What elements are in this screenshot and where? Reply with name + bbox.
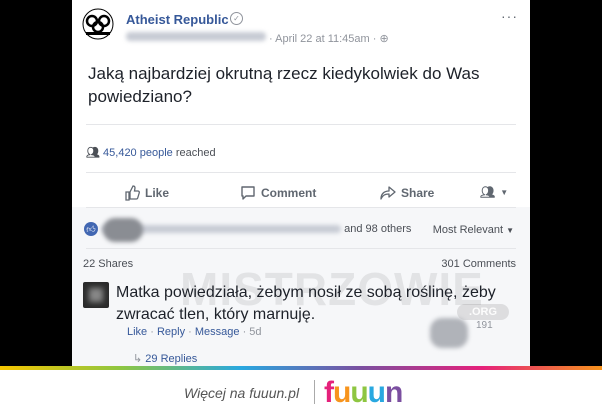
- footer-divider: [314, 380, 315, 404]
- comment-likes-count: 191: [476, 320, 493, 331]
- audience-icon: 👥︎: [480, 185, 496, 199]
- more-options-icon[interactable]: ···: [501, 8, 518, 24]
- divider: [86, 124, 516, 125]
- fuuun-logo[interactable]: fuuun: [324, 376, 403, 410]
- audience-selector[interactable]: 👥︎ ▼: [480, 185, 508, 199]
- globe-icon: ⊕: [379, 33, 389, 45]
- more-link[interactable]: Więcej na fuuun.pl: [184, 385, 299, 401]
- thumbs-up-icon: [125, 185, 140, 201]
- reach-stats: 👥︎ 45,420 people reached: [86, 146, 216, 159]
- blurred-author: [126, 32, 266, 41]
- logo-icon[interactable]: [82, 8, 114, 40]
- logo-letter: f: [324, 376, 334, 409]
- reach-suffix: reached: [175, 147, 216, 159]
- logo-letter: n: [384, 376, 403, 409]
- sort-label: Most Relevant: [432, 224, 504, 236]
- like-label: Like: [145, 186, 170, 200]
- comment-message-link[interactable]: Message: [195, 326, 240, 338]
- cursor-blur: [103, 218, 143, 242]
- comment-time[interactable]: 5d: [249, 326, 261, 338]
- reply-arrow-icon: ↳: [133, 353, 143, 365]
- share-button[interactable]: Share: [380, 185, 434, 201]
- replies-link[interactable]: ↳ 29 Replies: [133, 352, 197, 365]
- footer-banner: Więcej na fuuun.pl fuuun: [0, 366, 602, 412]
- verified-icon: ✓: [230, 12, 243, 25]
- logo-letter: u: [350, 376, 368, 409]
- share-label: Share: [401, 186, 435, 200]
- chevron-down-icon: ▼: [506, 226, 514, 235]
- post-text: Jaką najbardziej okrutną rzecz kiedykolw…: [88, 64, 480, 106]
- post-date[interactable]: · April 22 at 11:45am · ⊕: [269, 32, 389, 45]
- like-button[interactable]: Like: [124, 185, 169, 201]
- people-icon: 👥︎: [86, 147, 100, 159]
- divider: [86, 172, 516, 173]
- shares-count[interactable]: 22 Shares: [83, 258, 133, 270]
- chevron-down-icon: ▼: [500, 187, 509, 197]
- comment-text: Matka powiedziała, żebym nosił ze sobą r…: [116, 284, 496, 323]
- replies-label: 29 Replies: [145, 353, 198, 365]
- reach-count[interactable]: 45,420 people: [103, 147, 173, 159]
- comment-meta: Like · Reply · Message · 5d: [127, 326, 262, 338]
- comment-likes-badge: [430, 318, 468, 348]
- comment-reply-link[interactable]: Reply: [157, 326, 185, 338]
- divider: [86, 248, 516, 249]
- logo-letter: u: [367, 376, 386, 409]
- color-stripe: [0, 366, 602, 370]
- comment-like-link[interactable]: Like: [127, 326, 147, 338]
- comment-icon: [241, 186, 255, 200]
- sort-dropdown[interactable]: Most Relevant ▼: [433, 224, 514, 236]
- like-reaction-icon: 👍︎: [84, 222, 98, 236]
- comment-label: Comment: [261, 186, 317, 200]
- avatar[interactable]: [83, 282, 109, 308]
- divider: [86, 207, 516, 208]
- likes-others[interactable]: and 98 others: [344, 223, 411, 235]
- share-icon: [380, 186, 396, 200]
- logo-letter: u: [333, 376, 351, 409]
- page-name[interactable]: Atheist Republic: [126, 12, 229, 27]
- comment-button[interactable]: Comment: [240, 185, 316, 201]
